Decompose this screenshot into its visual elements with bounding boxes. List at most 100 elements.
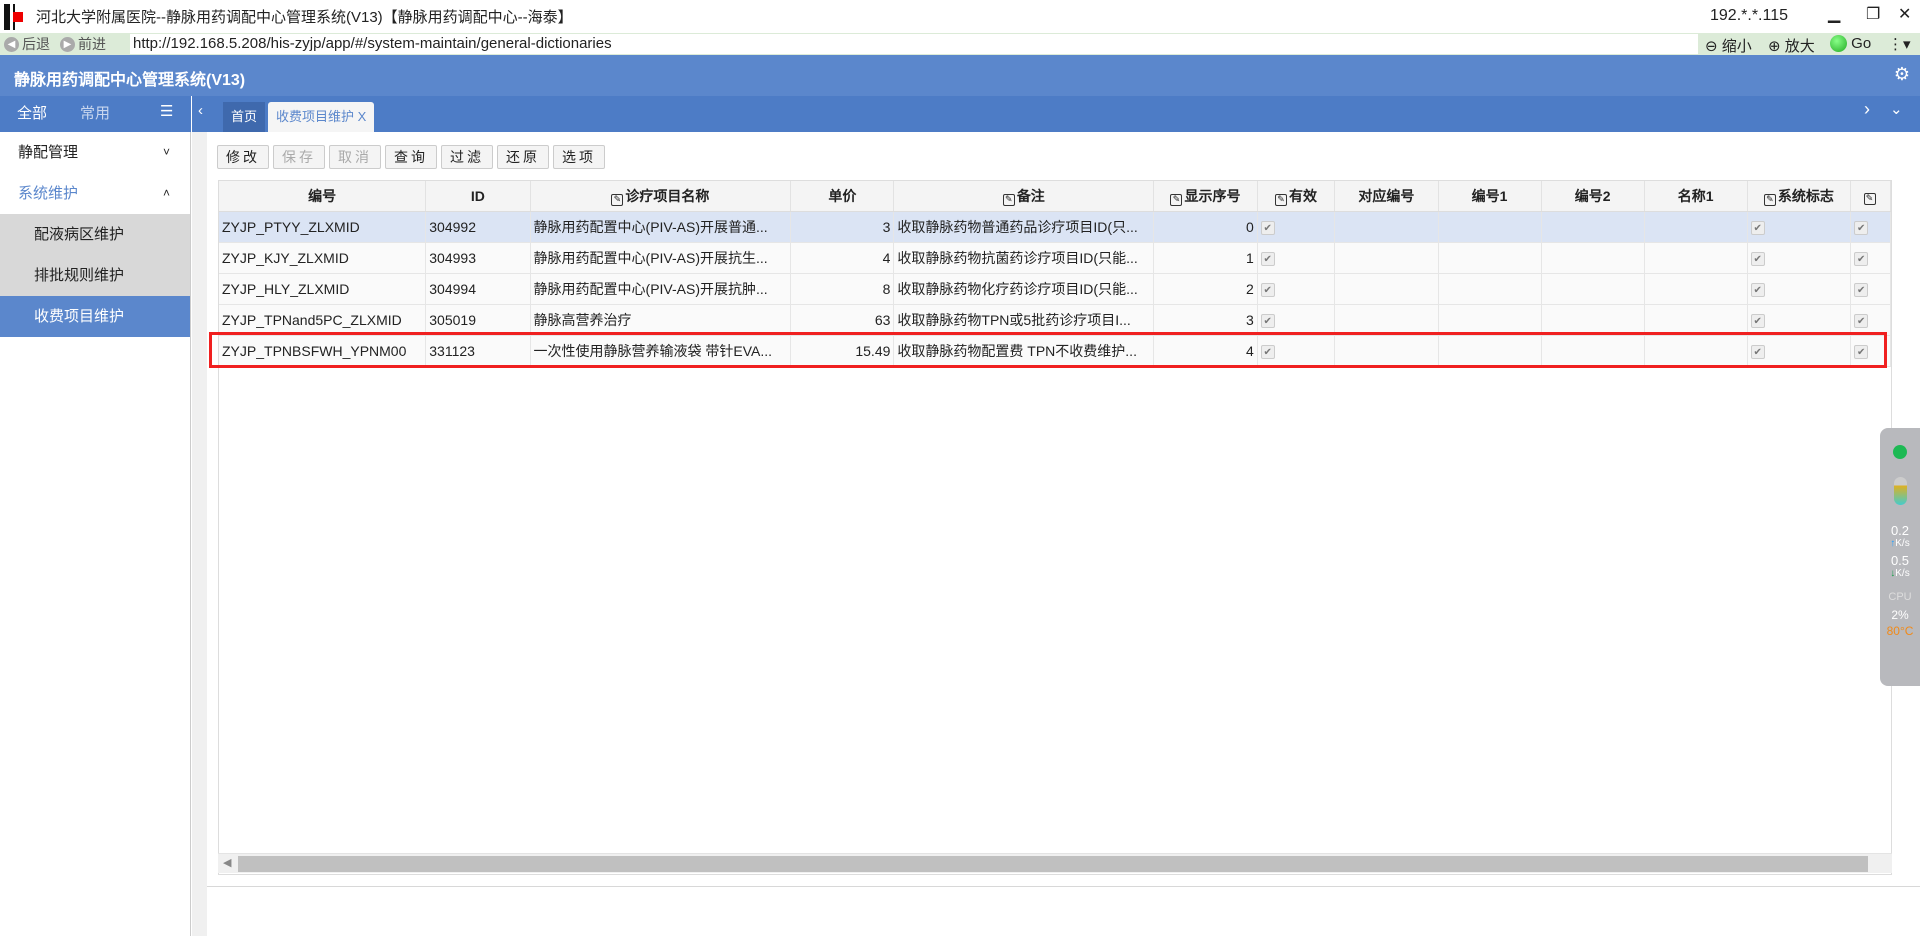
table-row[interactable]: ZYJP_KJY_ZLXMID 304993 静脉用药配置中心(PIV-AS)开展抗… <box>219 242 1891 274</box>
sidebar-item-charge-items[interactable]: 收费项目维护 <box>0 296 190 337</box>
cell[interactable]: 收取静脉药物化疗药诊疗项目ID(只能... <box>893 273 1155 305</box>
cell[interactable] <box>1644 211 1748 243</box>
cell[interactable]: 静脉用药配置中心(PIV-AS)开展抗生... <box>530 242 792 274</box>
cell[interactable]: 静脉高营养治疗 <box>530 304 792 336</box>
forward-button[interactable]: ▶ 前进 <box>60 34 106 54</box>
menu-button[interactable]: ⋮▾ <box>1888 35 1911 53</box>
horizontal-scrollbar[interactable]: ◀ <box>218 853 1892 873</box>
restore-button[interactable]: ❐ <box>1866 4 1880 24</box>
column-header[interactable]: ✎ 显示序号 <box>1153 181 1258 212</box>
sidebar-item-ward[interactable]: 配液病区维护 <box>0 214 190 255</box>
cell[interactable] <box>1438 273 1542 305</box>
table-row[interactable]: ZYJP_PTYY_ZLXMID 304992 静脉用药配置中心(PIV-AS)开展… <box>219 211 1891 243</box>
checkbox-cell[interactable]: ✔ <box>1850 242 1891 274</box>
checkbox[interactable]: ✔ <box>1750 252 1765 266</box>
column-header[interactable]: ✎ <box>1850 181 1891 212</box>
cell[interactable] <box>1334 335 1439 367</box>
checkbox[interactable]: ✔ <box>1260 345 1275 359</box>
restore-button[interactable]: 还原 <box>497 145 549 169</box>
checkbox[interactable]: ✔ <box>1854 314 1869 328</box>
cell[interactable] <box>1644 304 1748 336</box>
cell[interactable]: 收取静脉药物配置费 TPN不收费维护... <box>893 335 1155 367</box>
cell[interactable]: 304994 <box>425 273 531 305</box>
cell[interactable]: ZYJP_TPNand5PC_ZLXMID <box>219 304 427 336</box>
column-header[interactable]: ✎ 系统标志 <box>1747 181 1852 212</box>
cell[interactable]: 静脉用药配置中心(PIV-AS)开展抗肿... <box>530 273 792 305</box>
cell[interactable] <box>1438 335 1542 367</box>
cell[interactable] <box>1334 273 1439 305</box>
column-header[interactable]: 编号1 <box>1438 181 1542 212</box>
cell[interactable]: 63 <box>790 304 895 336</box>
cell[interactable]: 304993 <box>425 242 531 274</box>
sidebar-tab-common[interactable]: 常用 <box>80 102 110 123</box>
sidebar-item-batch-rule[interactable]: 排批规则维护 <box>0 255 190 296</box>
checkbox-cell[interactable]: ✔ <box>1257 273 1336 305</box>
cell[interactable] <box>1438 242 1542 274</box>
column-header[interactable]: 编号2 <box>1541 181 1645 212</box>
checkbox-cell[interactable]: ✔ <box>1850 211 1891 243</box>
checkbox[interactable]: ✔ <box>1750 283 1765 297</box>
cell[interactable]: 4 <box>1153 335 1258 367</box>
url-input[interactable]: http://192.168.5.208/his-zyjp/app/#/syst… <box>130 34 1698 54</box>
checkbox[interactable]: ✔ <box>1854 252 1869 266</box>
gear-icon[interactable]: ⚙ <box>1894 64 1910 85</box>
checkbox-cell[interactable]: ✔ <box>1747 211 1852 243</box>
checkbox[interactable]: ✔ <box>1260 283 1275 297</box>
cell[interactable] <box>1334 304 1439 336</box>
cell[interactable] <box>1541 211 1645 243</box>
edit-button[interactable]: 修改 <box>217 145 269 169</box>
cell[interactable]: 3 <box>790 211 895 243</box>
cell[interactable]: ZYJP_TPNBSFWH_YPNM00 <box>219 335 427 367</box>
tab-home[interactable]: 首页 <box>223 102 266 132</box>
checkbox[interactable]: ✔ <box>1854 283 1869 297</box>
go-button[interactable]: Go <box>1830 35 1871 52</box>
cell[interactable] <box>1541 335 1645 367</box>
cell[interactable]: 4 <box>790 242 895 274</box>
tabs-scroll-left-icon[interactable]: ‹ <box>198 102 203 119</box>
cell[interactable] <box>1541 273 1645 305</box>
table-row[interactable]: ZYJP_TPNand5PC_ZLXMID 305019 静脉高营养治疗 63 收取静脉… <box>219 304 1891 336</box>
cell[interactable]: 2 <box>1153 273 1258 305</box>
table-row[interactable]: ZYJP_TPNBSFWH_YPNM00 331123 一次性使用静脉营养输液袋 带… <box>219 335 1891 367</box>
back-button[interactable]: ◀ 后退 <box>4 34 50 54</box>
checkbox-cell[interactable]: ✔ <box>1850 304 1891 336</box>
cell[interactable]: 304992 <box>425 211 531 243</box>
cell[interactable] <box>1644 335 1748 367</box>
column-header[interactable]: ✎ 有效 <box>1257 181 1336 212</box>
checkbox[interactable]: ✔ <box>1854 345 1869 359</box>
checkbox[interactable]: ✔ <box>1260 252 1275 266</box>
filter-button[interactable]: 过滤 <box>441 145 493 169</box>
cell[interactable]: 静脉用药配置中心(PIV-AS)开展普通... <box>530 211 792 243</box>
cell[interactable]: ZYJP_KJY_ZLXMID <box>219 242 427 274</box>
checkbox-cell[interactable]: ✔ <box>1747 242 1852 274</box>
checkbox-cell[interactable]: ✔ <box>1257 211 1336 243</box>
column-header[interactable]: 对应编号 <box>1334 181 1439 212</box>
checkbox-cell[interactable]: ✔ <box>1850 273 1891 305</box>
zoom-out-button[interactable]: ⊖ 缩小 <box>1705 35 1752 56</box>
cell[interactable]: 收取静脉药物TPN或5批药诊疗项目I... <box>893 304 1155 336</box>
cell[interactable]: 331123 <box>425 335 531 367</box>
options-button[interactable]: 选项 <box>553 145 605 169</box>
checkbox[interactable]: ✔ <box>1750 345 1765 359</box>
checkbox[interactable]: ✔ <box>1750 314 1765 328</box>
cell[interactable] <box>1541 242 1645 274</box>
cell[interactable]: ZYJP_HLY_ZLXMID <box>219 273 427 305</box>
cell[interactable]: 1 <box>1153 242 1258 274</box>
tabs-scroll-right-icon[interactable]: › <box>1864 99 1870 120</box>
column-header[interactable]: ✎ 备注 <box>893 181 1155 212</box>
save-button[interactable]: 保存 <box>273 145 325 169</box>
checkbox-cell[interactable]: ✔ <box>1257 304 1336 336</box>
close-button[interactable]: ✕ <box>1898 4 1911 24</box>
checkbox-cell[interactable]: ✔ <box>1747 304 1852 336</box>
column-header[interactable]: 单价 <box>790 181 895 212</box>
checkbox-cell[interactable]: ✔ <box>1257 242 1336 274</box>
cell[interactable]: 一次性使用静脉营养输液袋 带针EVA... <box>530 335 792 367</box>
column-header[interactable]: ID <box>425 181 531 212</box>
cell[interactable]: 8 <box>790 273 895 305</box>
scroll-left-icon[interactable]: ◀ <box>223 856 231 869</box>
column-header[interactable]: 编号 <box>219 181 427 212</box>
cell[interactable] <box>1438 304 1542 336</box>
cell[interactable]: 0 <box>1153 211 1258 243</box>
checkbox[interactable]: ✔ <box>1750 221 1765 235</box>
checkbox-cell[interactable]: ✔ <box>1747 335 1852 367</box>
